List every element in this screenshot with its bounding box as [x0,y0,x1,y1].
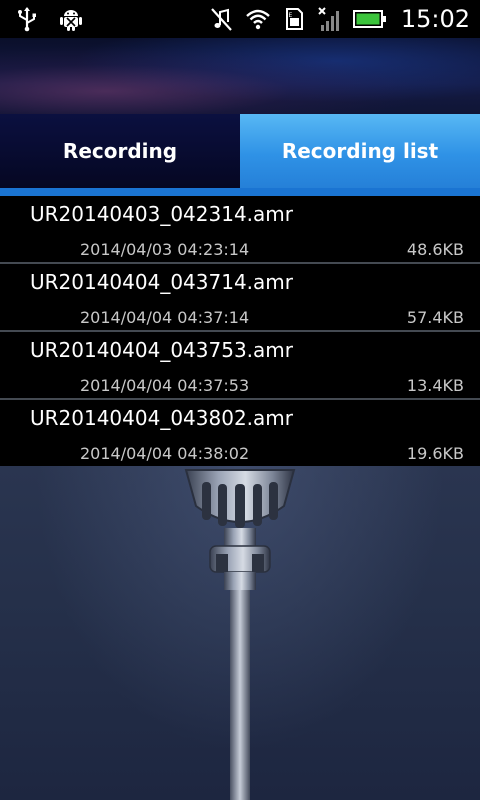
sim-icon: E [285,8,303,30]
file-date: 2014/04/04 04:38:02 [80,444,250,463]
file-date: 2014/04/04 04:37:53 [80,376,250,395]
status-clock: 15:02 [400,5,470,33]
list-item[interactable]: UR20140403_042314.amr 2014/04/03 04:23:1… [0,196,480,264]
list-item[interactable]: UR20140404_043753.amr 2014/04/04 04:37:5… [0,332,480,400]
battery-icon [352,10,386,28]
list-item[interactable]: UR20140404_043802.amr 2014/04/04 04:38:0… [0,400,480,468]
file-date: 2014/04/04 04:37:14 [80,308,250,327]
tab-indicator [0,188,480,196]
file-size: 57.4KB [406,308,464,327]
file-date: 2014/04/03 04:23:14 [80,240,250,259]
file-name: UR20140404_043753.amr [30,338,293,362]
file-size: 13.4KB [406,376,464,395]
microphone-background [0,466,480,800]
microphone-icon [184,469,296,800]
status-bar: E 15:02 [0,0,480,38]
file-name: UR20140404_043802.amr [30,406,293,430]
tab-recording-list-label: Recording list [281,139,439,163]
tab-recording-list[interactable]: Recording list [240,114,480,188]
recording-list: UR20140403_042314.amr 2014/04/03 04:23:1… [0,196,480,468]
list-item[interactable]: UR20140404_043714.amr 2014/04/04 04:37:1… [0,264,480,332]
signal-icon [318,7,339,31]
file-name: UR20140404_043714.amr [30,270,293,294]
file-name: UR20140403_042314.amr [30,202,293,226]
file-size: 48.6KB [406,240,464,259]
header-banner [0,38,480,114]
mute-icon [211,8,232,31]
file-size: 19.6KB [406,444,464,463]
android-debug-icon [60,10,82,31]
usb-icon [18,7,36,32]
tab-bar: Recording Recording list [0,114,480,196]
wifi-icon [246,9,270,30]
tab-recording[interactable]: Recording [0,114,240,188]
tab-recording-label: Recording [62,139,178,163]
svg-text:E: E [288,12,292,19]
